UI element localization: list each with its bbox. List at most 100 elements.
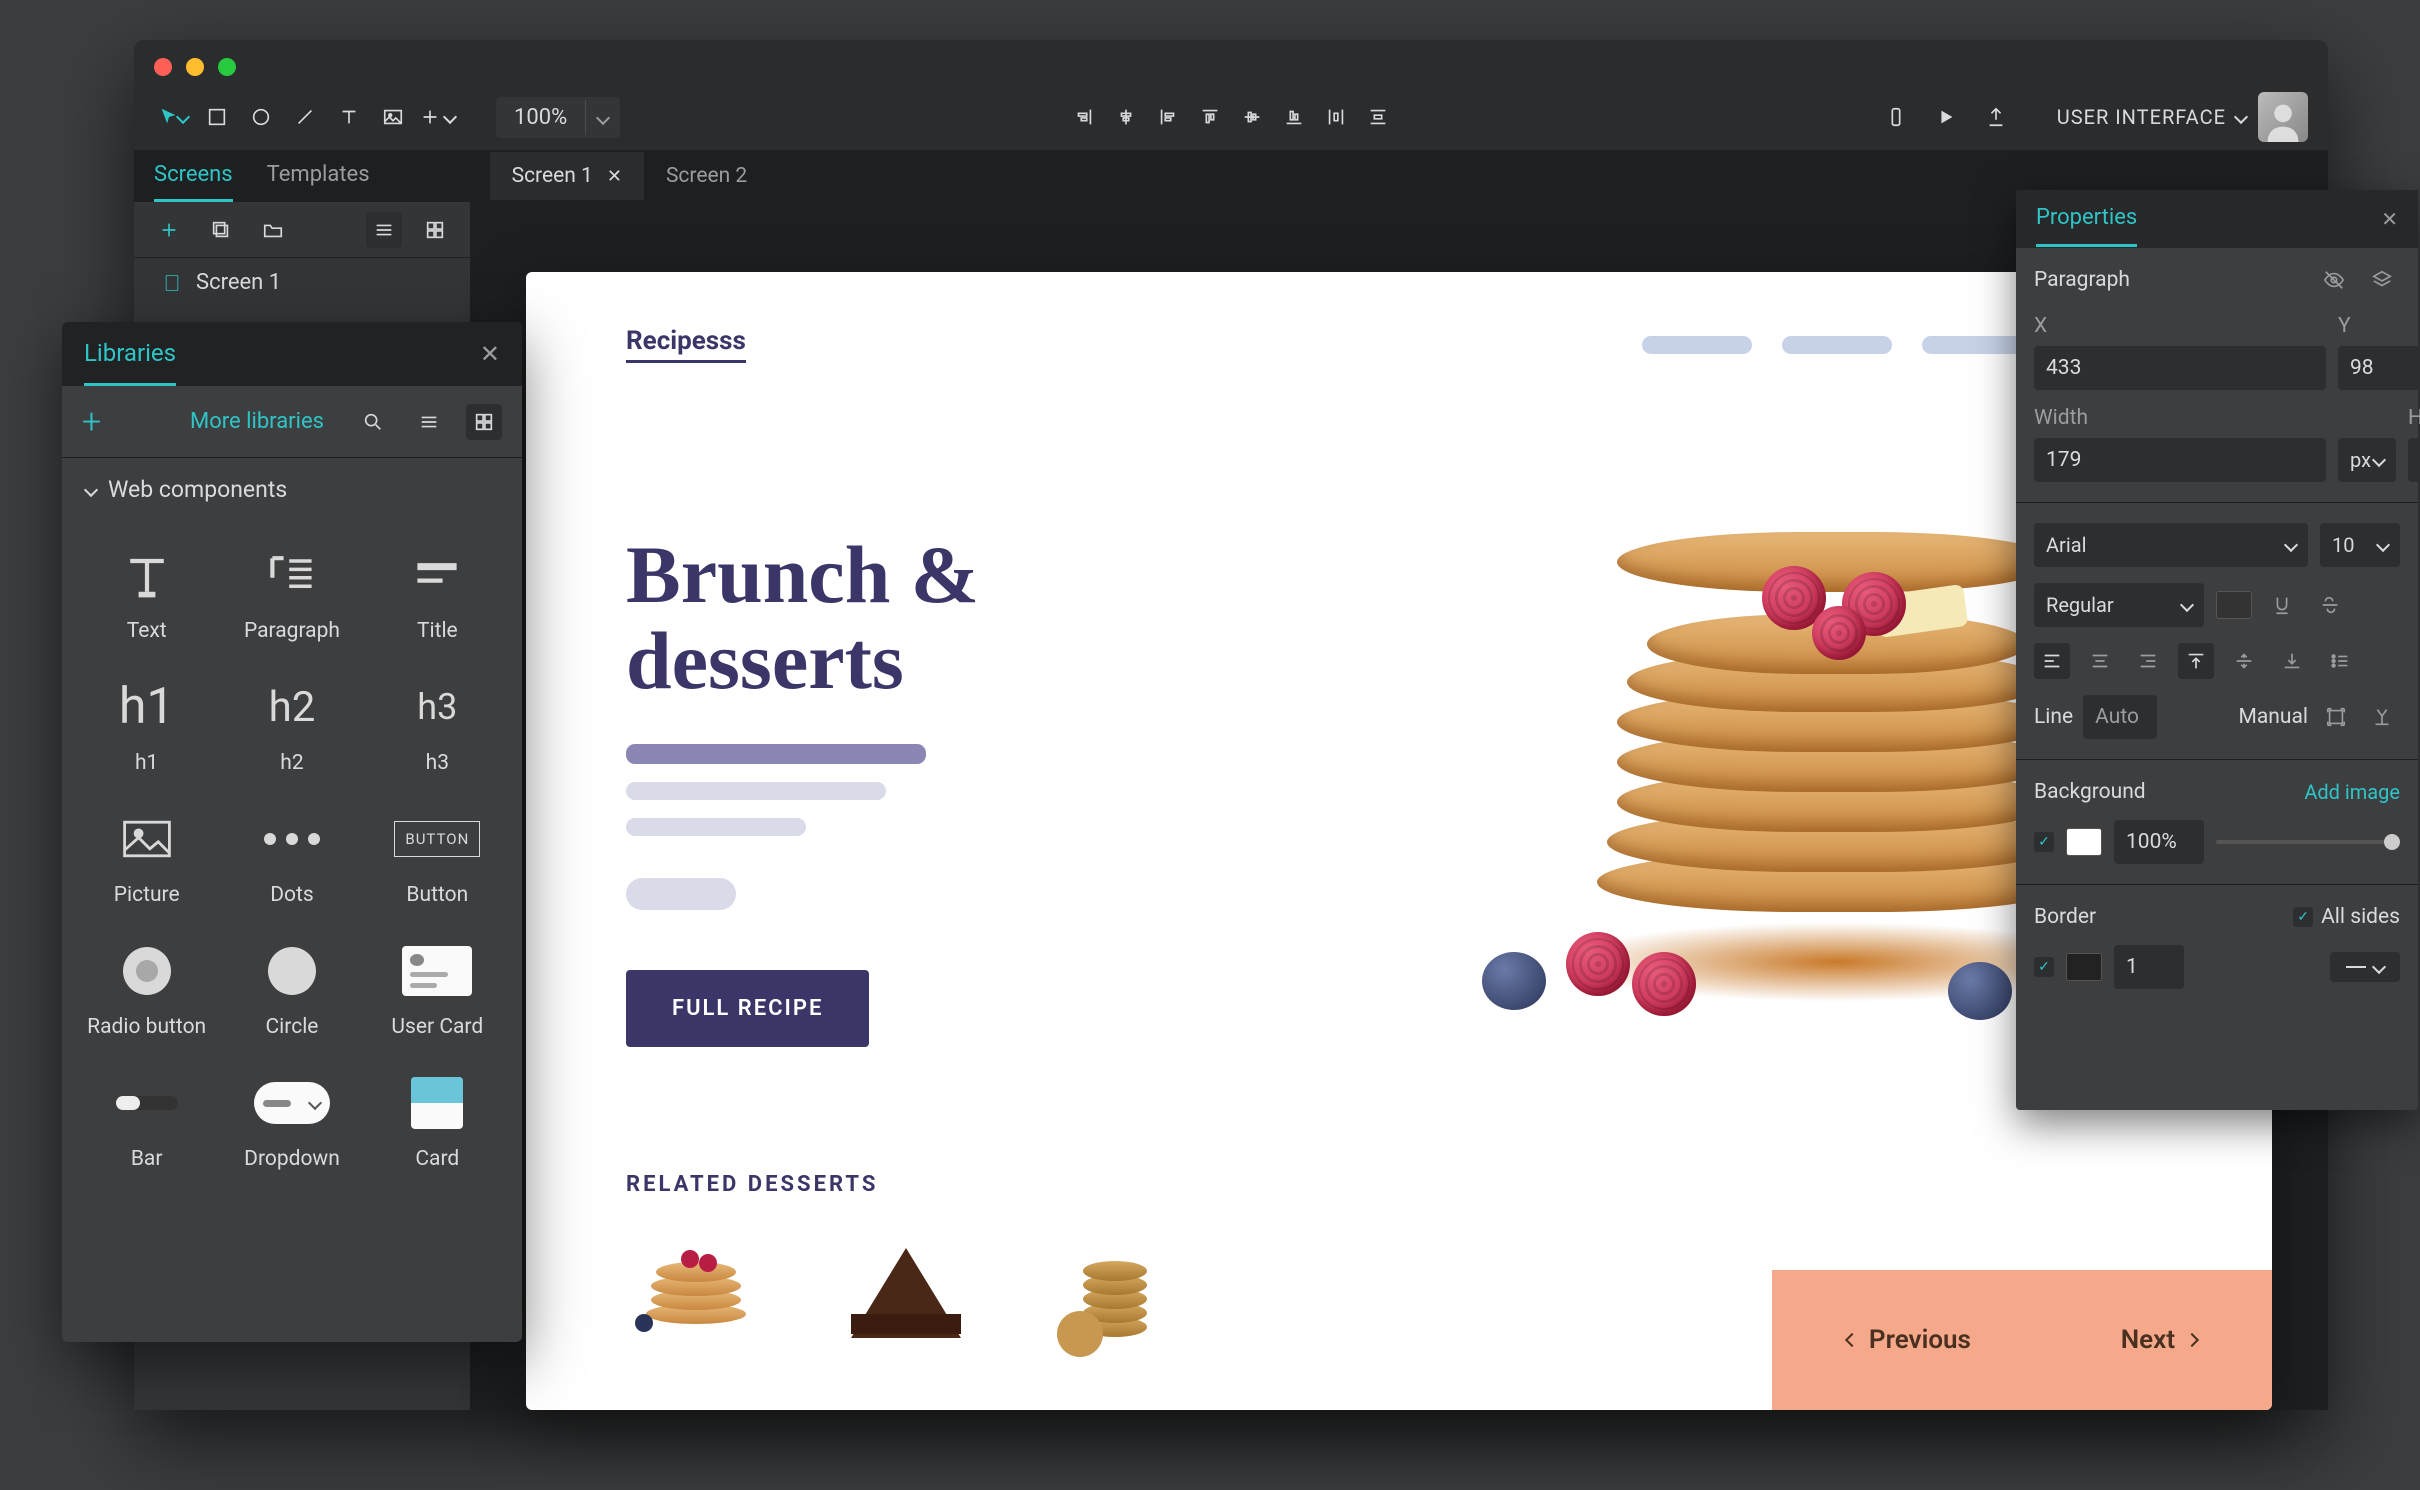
share-icon[interactable] <box>1977 98 2015 136</box>
border-color-swatch[interactable] <box>2066 953 2102 981</box>
component-card[interactable]: Card <box>367 1059 508 1183</box>
play-icon[interactable] <box>1927 98 1965 136</box>
align-v-center-icon[interactable] <box>1233 98 1271 136</box>
previous-button[interactable]: Previous <box>1847 1325 1971 1355</box>
add-image-link[interactable]: Add image <box>2304 780 2400 804</box>
zoom-value[interactable]: 100% <box>496 97 585 138</box>
grid-view-icon[interactable] <box>416 211 454 249</box>
component-radio[interactable]: Radio button <box>76 927 217 1051</box>
device-preview-icon[interactable] <box>1877 98 1915 136</box>
distribute-v-icon[interactable] <box>1359 98 1397 136</box>
component-bar[interactable]: Bar <box>76 1059 217 1183</box>
line-tool[interactable] <box>286 98 324 136</box>
sidebar-item-screen1[interactable]: Screen 1 <box>134 258 470 307</box>
x-input[interactable] <box>2034 346 2326 390</box>
border-width-input[interactable] <box>2114 945 2184 989</box>
add-screen-icon[interactable] <box>150 211 188 249</box>
add-tool[interactable] <box>418 98 456 136</box>
brand-logo[interactable]: Recipesss <box>626 326 746 363</box>
component-h1[interactable]: h1h1 <box>76 663 217 787</box>
valign-middle-icon[interactable] <box>2226 643 2262 679</box>
maximize-window-icon[interactable] <box>218 58 236 76</box>
font-family-select[interactable]: Arial <box>2034 523 2308 567</box>
component-title[interactable]: Title <box>367 531 508 655</box>
background-opacity-input[interactable] <box>2114 820 2204 864</box>
background-color-swatch[interactable] <box>2066 828 2102 856</box>
strikethrough-icon[interactable] <box>2312 587 2348 623</box>
align-h-center-icon[interactable] <box>1107 98 1145 136</box>
minimize-window-icon[interactable] <box>186 58 204 76</box>
pill-placeholder[interactable] <box>626 878 736 910</box>
align-left-icon[interactable] <box>1149 98 1187 136</box>
component-text[interactable]: Text <box>76 531 217 655</box>
text-color-swatch[interactable] <box>2216 591 2252 619</box>
related-item-cookies[interactable] <box>1046 1233 1186 1353</box>
rectangle-tool[interactable] <box>198 98 236 136</box>
auto-resize-icon[interactable] <box>2364 699 2400 735</box>
add-library-icon[interactable]: + <box>82 402 101 442</box>
component-paragraph[interactable]: Paragraph <box>221 531 362 655</box>
component-picture[interactable]: Picture <box>76 795 217 919</box>
zoom-control[interactable]: 100% <box>496 97 620 138</box>
line-height-input[interactable] <box>2083 695 2157 739</box>
component-h2[interactable]: h2h2 <box>221 663 362 787</box>
search-icon[interactable] <box>354 403 392 441</box>
font-weight-select[interactable]: Regular <box>2034 583 2204 627</box>
list-view-icon[interactable] <box>410 403 448 441</box>
opacity-slider[interactable] <box>2216 840 2400 844</box>
close-tab-icon[interactable]: ✕ <box>607 166 622 187</box>
list-icon[interactable] <box>2322 643 2358 679</box>
text-align-right-icon[interactable] <box>2130 643 2166 679</box>
width-unit-select[interactable]: px <box>2338 438 2396 482</box>
pointer-tool[interactable] <box>154 98 192 136</box>
valign-bottom-icon[interactable] <box>2274 643 2310 679</box>
bounds-icon[interactable] <box>2318 699 2354 735</box>
underline-icon[interactable] <box>2264 587 2300 623</box>
height-input[interactable] <box>2408 438 2420 482</box>
close-panel-icon[interactable]: ✕ <box>2381 207 2398 231</box>
folder-icon[interactable] <box>254 211 292 249</box>
all-sides-checkbox[interactable]: ✓ <box>2293 907 2313 927</box>
y-input[interactable] <box>2338 346 2420 390</box>
background-enabled-checkbox[interactable]: ✓ <box>2034 832 2054 852</box>
border-style-select[interactable] <box>2330 952 2400 982</box>
grid-view-icon[interactable] <box>466 404 502 440</box>
width-input[interactable] <box>2034 438 2326 482</box>
close-window-icon[interactable] <box>154 58 172 76</box>
related-item-cake[interactable] <box>836 1233 976 1353</box>
border-enabled-checkbox[interactable]: ✓ <box>2034 957 2054 977</box>
properties-panel[interactable]: Properties ✕ Paragraph X Y Width px Heig… <box>2016 190 2418 1110</box>
component-button[interactable]: BUTTONButton <box>367 795 508 919</box>
component-circle[interactable]: Circle <box>221 927 362 1051</box>
libraries-panel[interactable]: Libraries ✕ + More libraries Web compone… <box>62 322 522 1342</box>
component-h3[interactable]: h3h3 <box>367 663 508 787</box>
visibility-icon[interactable] <box>2316 262 2352 298</box>
align-right-icon[interactable] <box>1065 98 1103 136</box>
valign-top-icon[interactable] <box>2178 643 2214 679</box>
component-dots[interactable]: Dots <box>221 795 362 919</box>
close-panel-icon[interactable]: ✕ <box>480 340 500 368</box>
align-bottom-icon[interactable] <box>1275 98 1313 136</box>
text-placeholder[interactable] <box>626 744 1186 836</box>
font-size-select[interactable]: 10 <box>2320 523 2400 567</box>
distribute-h-icon[interactable] <box>1317 98 1355 136</box>
next-button[interactable]: Next <box>2121 1325 2197 1355</box>
component-dropdown[interactable]: Dropdown <box>221 1059 362 1183</box>
user-avatar[interactable] <box>2258 92 2308 142</box>
list-view-icon[interactable] <box>366 212 402 248</box>
tab-templates[interactable]: Templates <box>267 150 370 202</box>
doc-tab-screen2[interactable]: Screen 2 <box>644 152 769 200</box>
text-align-center-icon[interactable] <box>2082 643 2118 679</box>
ellipse-tool[interactable] <box>242 98 280 136</box>
doc-tab-screen1[interactable]: Screen 1 ✕ <box>490 152 644 200</box>
text-align-left-icon[interactable] <box>2034 643 2070 679</box>
design-canvas[interactable]: Recipesss Brunch & desserts FULL RECIPE <box>526 272 2272 1410</box>
image-tool[interactable] <box>374 98 412 136</box>
align-top-icon[interactable] <box>1191 98 1229 136</box>
page-heading[interactable]: Brunch & desserts <box>626 532 1186 704</box>
library-section-header[interactable]: Web components <box>62 458 522 521</box>
layers-icon[interactable] <box>2364 262 2400 298</box>
more-libraries-link[interactable]: More libraries <box>190 409 324 434</box>
tab-screens[interactable]: Screens <box>154 150 233 202</box>
text-tool[interactable] <box>330 98 368 136</box>
